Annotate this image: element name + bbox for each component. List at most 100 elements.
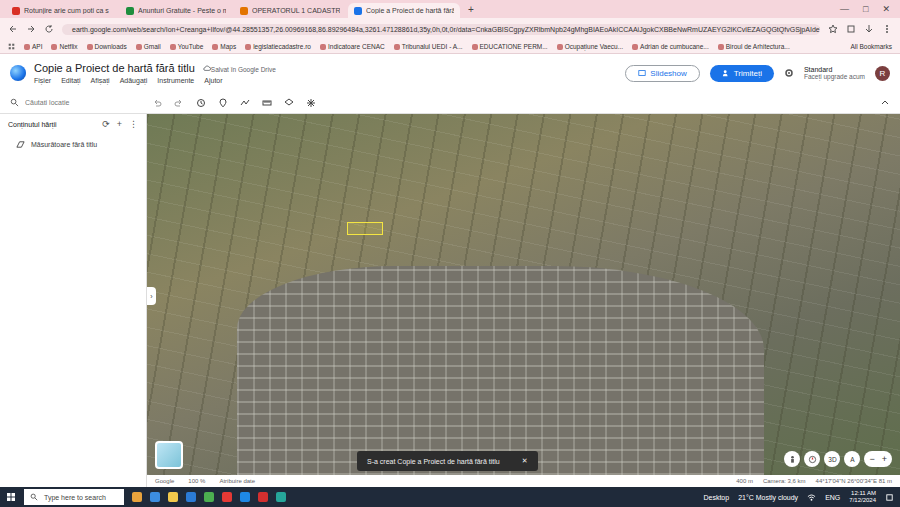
language[interactable]: ENG bbox=[825, 494, 840, 501]
bookmark[interactable]: Gmail bbox=[136, 43, 161, 50]
bookmark-icon bbox=[718, 44, 724, 50]
toast-close[interactable]: ✕ bbox=[522, 457, 528, 465]
account-plan[interactable]: StandardFaceți upgrade acum bbox=[804, 66, 865, 80]
app-icon[interactable] bbox=[258, 492, 268, 502]
zoom-button[interactable]: − bbox=[869, 454, 874, 464]
bookmark-icon bbox=[632, 44, 638, 50]
bookmark[interactable]: Tribunalul UEDI - A... bbox=[394, 43, 463, 50]
windows-icon bbox=[6, 492, 16, 502]
menu-item[interactable]: Afișați bbox=[91, 77, 110, 84]
satellite-map[interactable]: ›S-a creat Copie a Proiect de hartă fără… bbox=[147, 114, 900, 475]
app-icon[interactable] bbox=[150, 492, 160, 502]
window-control[interactable]: □ bbox=[863, 4, 868, 14]
new-tab-button[interactable]: + bbox=[462, 4, 480, 15]
taskbar-search[interactable]: Type here to search bbox=[24, 489, 124, 505]
project-title[interactable]: Copie a Proiect de hartă fără titlu bbox=[34, 62, 195, 74]
app-icon[interactable] bbox=[276, 492, 286, 502]
main-area: Conținutul hărții ⟳ + ⋮ Măsurătoare fără tit… bbox=[0, 114, 900, 487]
slideshow-button[interactable]: Slideshow bbox=[625, 65, 699, 82]
bookmark-icon bbox=[170, 44, 176, 50]
town-area bbox=[237, 266, 764, 475]
bookmark[interactable]: Netflix bbox=[51, 43, 77, 50]
favicon-icon bbox=[354, 7, 362, 15]
sidebar-title: Conținutul hărții bbox=[8, 121, 57, 128]
sidebar-action[interactable]: ⟳ bbox=[102, 119, 110, 129]
app-header: Copie a Proiect de hartă fără titluSalva… bbox=[0, 54, 900, 92]
desktop-label: Desktop bbox=[703, 494, 729, 501]
bookmark-icon bbox=[557, 44, 563, 50]
app-icon[interactable] bbox=[186, 492, 196, 502]
search-input[interactable] bbox=[25, 99, 135, 106]
bookmark-icon bbox=[320, 44, 326, 50]
bookmark[interactable]: YouTube bbox=[170, 43, 204, 50]
window-control[interactable]: — bbox=[840, 4, 849, 14]
header-actions: Slideshow Trimiteți StandardFaceți upgrade… bbox=[625, 65, 890, 82]
map-control-button[interactable]: 3D bbox=[824, 451, 840, 467]
app-icon[interactable] bbox=[240, 492, 250, 502]
bookmark-label: EDUCATIONE PERM... bbox=[480, 43, 548, 50]
cloud-icon bbox=[203, 64, 211, 72]
bookmark[interactable]: Adrian de cumbucane... bbox=[632, 43, 709, 50]
pinned-apps bbox=[132, 492, 286, 502]
account-avatar[interactable]: R bbox=[875, 66, 890, 81]
compass-button[interactable] bbox=[804, 451, 820, 467]
weather[interactable]: 21°C Mostly cloudy bbox=[738, 494, 798, 501]
upgrade-link[interactable]: Faceți upgrade acum bbox=[804, 73, 865, 80]
search-box[interactable] bbox=[10, 98, 140, 107]
bookmark-label: Tribunalul UEDI - A... bbox=[402, 43, 463, 50]
bookmark[interactable]: Downloads bbox=[87, 43, 127, 50]
browser-tab[interactable]: Rotunjire arie cum poti ca s bbox=[6, 3, 118, 18]
sidebar-item[interactable]: Măsurătoare fără titlu bbox=[0, 134, 146, 155]
sidebar-action[interactable]: ⋮ bbox=[129, 119, 138, 129]
share-button[interactable]: Trimiteți bbox=[710, 65, 774, 82]
bookmark[interactable]: Biroul de Arhitectura... bbox=[718, 43, 790, 50]
collapse-panel-button[interactable]: › bbox=[147, 287, 156, 305]
app-icon[interactable] bbox=[222, 492, 232, 502]
sidebar: Conținutul hărții ⟳ + ⋮ Măsurătoare fără tit… bbox=[0, 114, 147, 487]
star-icon bbox=[828, 24, 838, 34]
menu-item[interactable]: Instrumente bbox=[157, 77, 194, 84]
menu-item[interactable]: Adăugați bbox=[120, 77, 148, 84]
window-control[interactable]: ✕ bbox=[882, 4, 890, 14]
menu-item[interactable]: Editați bbox=[61, 77, 80, 84]
bookmark[interactable]: legislatiecadastre.ro bbox=[245, 43, 311, 50]
layer-thumbnail[interactable] bbox=[155, 441, 183, 469]
browser-tab[interactable]: Copie a Proiect de hartă fără bbox=[348, 3, 460, 18]
history-icon bbox=[196, 98, 206, 108]
bookmark-icon bbox=[212, 44, 218, 50]
sidebar-item-label: Măsurătoare fără titlu bbox=[31, 141, 97, 148]
bookmark[interactable]: Indicatoare CENAC bbox=[320, 43, 385, 50]
measured-polygon[interactable] bbox=[347, 222, 383, 235]
browser-tab[interactable]: OPERATORUL 1 CADASTRE bbox=[234, 3, 346, 18]
menu-item[interactable]: Ajutor bbox=[204, 77, 222, 84]
redo-icon bbox=[174, 98, 184, 108]
extension-icon bbox=[846, 24, 856, 34]
bookmark[interactable]: Maps bbox=[212, 43, 236, 50]
favicon-icon bbox=[126, 7, 134, 15]
bookmark[interactable]: EDUCATIONE PERM... bbox=[472, 43, 548, 50]
sidebar-action[interactable]: + bbox=[117, 119, 122, 129]
layers-icon bbox=[284, 98, 294, 108]
bookmark[interactable]: API bbox=[24, 43, 42, 50]
pegman-button[interactable] bbox=[784, 451, 800, 467]
clock[interactable]: 12:11 AM7/12/2024 bbox=[849, 490, 876, 504]
map-column: ›S-a creat Copie a Proiect de hartă fără… bbox=[147, 114, 900, 487]
app-icon[interactable] bbox=[204, 492, 214, 502]
favicon-icon bbox=[12, 7, 20, 15]
favicon-icon bbox=[240, 7, 248, 15]
taskbar-search-text: Type here to search bbox=[44, 494, 106, 501]
earth-logo-icon[interactable] bbox=[10, 65, 26, 81]
bookmark-label: Downloads bbox=[95, 43, 127, 50]
menu-item[interactable]: Fișier bbox=[34, 77, 51, 84]
footer-text[interactable]: Atribuire date bbox=[219, 478, 255, 484]
app-icon[interactable] bbox=[132, 492, 142, 502]
url-field[interactable]: earth.google.com/web/search/Ion+Creanga+… bbox=[62, 24, 820, 35]
wifi-icon bbox=[807, 493, 816, 502]
zoom-button[interactable]: + bbox=[882, 454, 887, 464]
all-bookmarks[interactable]: All Bookmarks bbox=[850, 43, 892, 50]
bookmark[interactable]: Ocupațiune Vaecu... bbox=[557, 43, 623, 50]
map-control-button[interactable]: A bbox=[844, 451, 860, 467]
app-icon[interactable] bbox=[168, 492, 178, 502]
search-icon bbox=[30, 493, 38, 501]
browser-tab[interactable]: Anunturi Gratuite - Peste o m bbox=[120, 3, 232, 18]
